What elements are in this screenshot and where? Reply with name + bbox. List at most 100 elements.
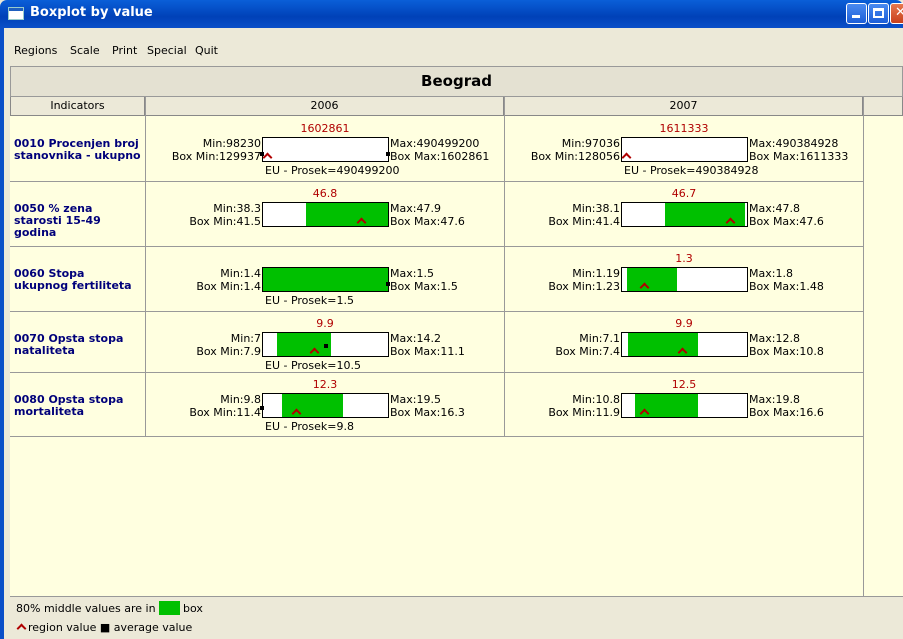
grid-right-pad bbox=[863, 116, 903, 596]
menu-special[interactable]: Special bbox=[147, 44, 187, 57]
max-label: Max:19.5 bbox=[390, 393, 441, 406]
min-label: Min:9.8 bbox=[220, 393, 261, 406]
box-max-label: Box Max:11.1 bbox=[390, 345, 465, 358]
indicator-name[interactable]: 0060 Stopa ukupnog fertiliteta bbox=[14, 268, 142, 292]
max-label: Max:1.8 bbox=[749, 267, 793, 280]
region-value: 1.3 bbox=[675, 252, 693, 265]
region-value: 1611333 bbox=[659, 122, 709, 135]
legend-keys-text: region value ■ average value bbox=[28, 621, 193, 634]
box-min-label: Box Min:1.4 bbox=[196, 280, 261, 293]
eu-average-label: EU - Prosek=9.8 bbox=[265, 420, 354, 433]
menu-print[interactable]: Print bbox=[112, 44, 137, 57]
box-min-label: Box Min:1.23 bbox=[548, 280, 620, 293]
legend-box-word: box bbox=[183, 602, 203, 615]
min-label: Min:1.4 bbox=[220, 267, 261, 280]
row-divider bbox=[10, 246, 863, 247]
min-label: Min:7 bbox=[230, 332, 261, 345]
box-min-label: Box Min:11.4 bbox=[189, 406, 261, 419]
min-label: Min:98230 bbox=[202, 137, 261, 150]
eu-average-label: EU - Prosek=490384928 bbox=[624, 164, 759, 177]
boxplot-box[interactable] bbox=[262, 137, 389, 162]
legend: 80% middle values are in box region valu… bbox=[10, 596, 903, 639]
box-min-label: Box Min:129937 bbox=[171, 150, 261, 163]
header-year-2006[interactable]: 2006 bbox=[145, 97, 504, 116]
window-icon bbox=[8, 7, 24, 20]
box-max-label: Box Max:1.5 bbox=[390, 280, 458, 293]
max-label: Max:19.8 bbox=[749, 393, 800, 406]
middle-80-box bbox=[305, 203, 388, 226]
box-max-label: Box Max:1602861 bbox=[390, 150, 490, 163]
box-max-label: Box Max:16.6 bbox=[749, 406, 824, 419]
middle-80-box bbox=[263, 268, 388, 291]
region-value: 9.9 bbox=[316, 317, 334, 330]
menu-scale[interactable]: Scale bbox=[70, 44, 100, 57]
header-year-2007[interactable]: 2007 bbox=[504, 97, 863, 116]
average-marker bbox=[260, 406, 264, 410]
menu-regions[interactable]: Regions bbox=[14, 44, 57, 57]
min-label: Min:1.19 bbox=[572, 267, 620, 280]
middle-80-box bbox=[627, 268, 677, 291]
box-max-label: Box Max:16.3 bbox=[390, 406, 465, 419]
box-max-label: Box Max:47.6 bbox=[390, 215, 465, 228]
average-marker bbox=[386, 152, 390, 156]
region-title: Beograd bbox=[10, 66, 903, 97]
box-max-label: Box Max:10.8 bbox=[749, 345, 824, 358]
average-marker bbox=[260, 152, 264, 156]
max-label: Max:47.8 bbox=[749, 202, 800, 215]
header-indicators[interactable]: Indicators bbox=[10, 97, 145, 116]
region-value: 9.9 bbox=[675, 317, 693, 330]
box-min-label: Box Min:41.5 bbox=[189, 215, 261, 228]
box-min-label: Box Min:41.4 bbox=[548, 215, 620, 228]
box-max-label: Box Max:1611333 bbox=[749, 150, 849, 163]
eu-average-label: EU - Prosek=490499200 bbox=[265, 164, 400, 177]
max-label: Max:490499200 bbox=[390, 137, 480, 150]
boxplot-box[interactable] bbox=[262, 202, 389, 227]
indicator-name[interactable]: 0010 Procenjen broj stanovnika - ukupno bbox=[14, 138, 142, 162]
legend-middle-text: 80% middle values are in bbox=[16, 602, 156, 615]
max-label: Max:490384928 bbox=[749, 137, 839, 150]
eu-average-label: EU - Prosek=1.5 bbox=[265, 294, 354, 307]
eu-average-label: EU - Prosek=10.5 bbox=[265, 359, 361, 372]
row-divider bbox=[10, 181, 863, 182]
max-label: Max:14.2 bbox=[390, 332, 441, 345]
box-max-label: Box Max:1.48 bbox=[749, 280, 824, 293]
minimize-button[interactable] bbox=[846, 3, 867, 24]
legend-box-swatch bbox=[159, 601, 180, 615]
row-divider bbox=[10, 311, 863, 312]
column-divider bbox=[863, 97, 864, 436]
min-label: Min:97036 bbox=[561, 137, 620, 150]
column-divider bbox=[145, 97, 146, 436]
boxplot-box[interactable] bbox=[621, 137, 748, 162]
indicator-name[interactable]: 0080 Opsta stopa mortaliteta bbox=[14, 394, 142, 418]
region-value: 46.8 bbox=[312, 187, 338, 200]
boxplot-box[interactable] bbox=[262, 267, 389, 292]
menu-quit[interactable]: Quit bbox=[195, 44, 218, 57]
row-divider bbox=[10, 436, 863, 437]
menu-bar: Regions Scale Print Special Quit bbox=[0, 28, 903, 62]
box-min-label: Box Min:11.9 bbox=[548, 406, 620, 419]
min-label: Min:7.1 bbox=[579, 332, 620, 345]
box-min-label: Box Min:7.9 bbox=[196, 345, 261, 358]
indicator-name[interactable]: 0050 % zena starosti 15-49 godina bbox=[14, 203, 142, 239]
region-value: 12.5 bbox=[671, 378, 697, 391]
max-label: Max:47.9 bbox=[390, 202, 441, 215]
maximize-button[interactable] bbox=[868, 3, 889, 24]
region-value: 46.7 bbox=[671, 187, 697, 200]
window-title: Boxplot by value bbox=[30, 5, 153, 20]
row-divider bbox=[10, 372, 863, 373]
title-bar[interactable]: Boxplot by value bbox=[0, 0, 903, 28]
middle-80-box bbox=[276, 333, 331, 356]
region-marker-icon bbox=[16, 623, 27, 634]
min-label: Min:38.3 bbox=[213, 202, 261, 215]
region-value: 12.3 bbox=[312, 378, 338, 391]
boxplot-box[interactable] bbox=[262, 393, 389, 418]
max-label: Max:12.8 bbox=[749, 332, 800, 345]
box-min-label: Box Min:7.4 bbox=[555, 345, 620, 358]
average-marker bbox=[386, 282, 390, 286]
middle-80-box bbox=[628, 333, 699, 356]
indicator-name[interactable]: 0070 Opsta stopa nataliteta bbox=[14, 333, 142, 357]
column-divider bbox=[504, 97, 505, 436]
average-marker bbox=[324, 344, 328, 348]
close-button[interactable] bbox=[890, 3, 903, 24]
min-label: Min:38.1 bbox=[572, 202, 620, 215]
